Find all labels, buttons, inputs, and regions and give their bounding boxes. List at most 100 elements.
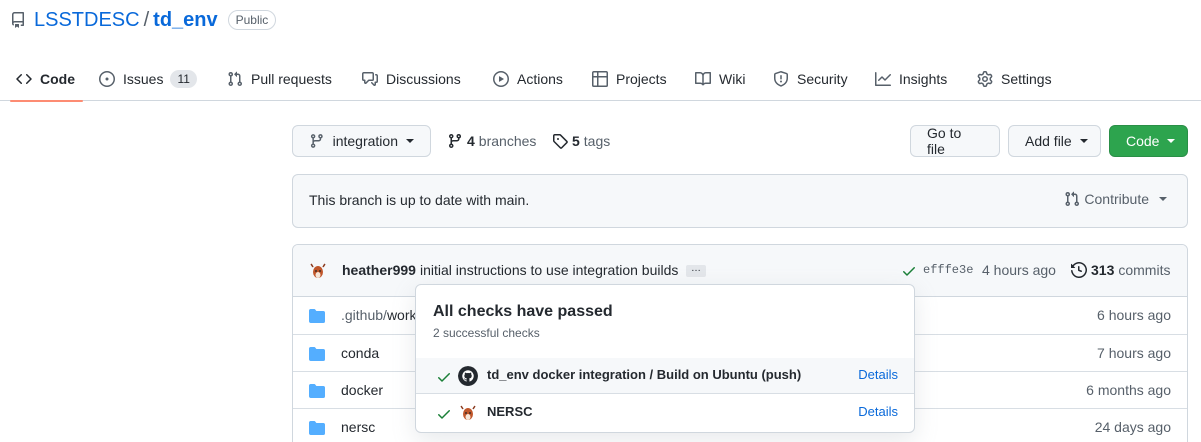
tags-count: 5 [572, 133, 580, 149]
pull-request-icon [1065, 191, 1080, 207]
tab-discussions-label: Discussions [386, 70, 461, 87]
folder-icon [309, 384, 325, 398]
tab-security-label: Security [797, 70, 848, 87]
folder-icon [309, 309, 325, 323]
code-icon [16, 73, 32, 84]
tab-issues[interactable]: Issues 11 [99, 56, 197, 101]
folder-icon [309, 421, 325, 435]
file-name-link[interactable]: conda [341, 345, 379, 361]
check-icon[interactable] [901, 263, 917, 279]
tab-wiki-label: Wiki [719, 70, 746, 87]
checks-popover: All checks have passed 2 successful chec… [415, 284, 915, 433]
tab-discussions[interactable]: Discussions [362, 56, 461, 101]
branch-status-box: This branch is up to date with main. Con… [292, 174, 1188, 228]
branches-link[interactable]: 4 branches [447, 130, 536, 152]
commit-time: 4 hours ago [982, 262, 1056, 278]
git-branch-icon [310, 134, 323, 148]
checks-popover-title: All checks have passed [433, 303, 613, 320]
chevron-down-icon [1159, 197, 1167, 201]
tab-settings[interactable]: Settings [977, 56, 1052, 101]
repo-owner-link[interactable]: LSSTDESC [34, 9, 140, 32]
branch-status-message: This branch is up to date with main. [309, 192, 530, 208]
check-name: NERSC [487, 404, 533, 419]
commits-count: 313 [1091, 262, 1115, 278]
visibility-badge: Public [227, 10, 277, 30]
file-name-link[interactable]: nersc [341, 419, 375, 435]
git-branch-icon [448, 134, 461, 149]
repo-separator: / [143, 8, 150, 31]
file-age: 7 hours ago [1097, 345, 1171, 361]
details-link[interactable]: Details [858, 367, 898, 382]
repo-nav-tabs: Code Issues 11 Pull requests Discussions… [0, 56, 1201, 102]
file-age: 24 days ago [1094, 419, 1171, 435]
tab-pull-requests-label: Pull requests [251, 70, 332, 87]
go-to-file-label: Go to file [927, 125, 962, 157]
play-icon [493, 70, 509, 87]
file-age: 6 months ago [1086, 382, 1171, 398]
chevron-down-icon [406, 139, 414, 143]
chevron-down-icon [1167, 139, 1176, 143]
contribute-dropdown[interactable]: Contribute [1064, 191, 1167, 207]
tab-insights[interactable]: Insights [875, 56, 947, 101]
file-age: 6 hours ago [1097, 307, 1171, 323]
add-file-label: Add file [1025, 133, 1072, 149]
tab-issues-label: Issues [123, 70, 164, 87]
github-logo-icon [458, 366, 478, 386]
shield-icon [774, 70, 788, 87]
check-icon [438, 373, 450, 382]
issues-count-badge: 11 [170, 69, 197, 88]
code-button-label: Code [1126, 133, 1160, 149]
branches-label: branches [478, 133, 537, 149]
chevron-down-icon [1079, 139, 1088, 143]
add-file-button[interactable]: Add file [1008, 125, 1101, 157]
commits-label: commits [1118, 262, 1171, 278]
tab-projects[interactable]: Projects [592, 56, 667, 101]
book-icon [695, 71, 711, 85]
commit-message-link[interactable]: initial instructions to use integration … [420, 262, 678, 278]
commit-sha-link[interactable]: efffe3e [923, 263, 973, 277]
tab-security[interactable]: Security [773, 56, 848, 101]
tab-projects-label: Projects [616, 70, 667, 87]
checks-popover-subtitle: 2 successful checks [433, 326, 540, 340]
go-to-file-button[interactable]: Go to file [910, 125, 1000, 157]
repo-header: LSSTDESC / td_env Public [10, 6, 277, 34]
table-icon [592, 70, 608, 87]
tag-icon [553, 134, 568, 149]
repo-icon [11, 12, 24, 28]
pull-request-icon [228, 71, 243, 86]
tab-actions[interactable]: Actions [493, 56, 563, 101]
branch-select-button[interactable]: integration [292, 125, 431, 157]
deer-avatar-icon [308, 261, 328, 281]
check-name: td_env docker integration / Build on Ubu… [487, 367, 802, 382]
folder-icon [309, 347, 325, 361]
code-button[interactable]: Code [1109, 125, 1188, 157]
commits-history-link[interactable]: 313 commits [1071, 262, 1170, 278]
nersc-avatar-icon [458, 403, 478, 423]
file-name-link[interactable]: docker [341, 382, 383, 398]
tab-insights-label: Insights [899, 70, 948, 87]
tags-label: tags [583, 133, 611, 149]
repo-name-link[interactable]: td_env [153, 9, 217, 32]
history-icon [1071, 262, 1087, 278]
expand-commit-message-button[interactable]: … [686, 264, 706, 277]
contribute-label: Contribute [1084, 191, 1149, 207]
commit-author-link[interactable]: heather999 [342, 262, 416, 278]
branch-name: integration [332, 133, 398, 149]
tab-settings-label: Settings [1001, 70, 1052, 87]
check-icon [438, 410, 450, 419]
graph-icon [875, 71, 891, 86]
tab-code[interactable]: Code [10, 56, 83, 102]
discussions-icon [362, 71, 378, 86]
tab-code-label: Code [40, 70, 75, 87]
issue-icon [99, 70, 115, 87]
tags-link[interactable]: 5 tags [552, 130, 610, 152]
tab-wiki[interactable]: Wiki [695, 56, 745, 101]
details-link[interactable]: Details [858, 404, 898, 419]
avatar[interactable] [308, 261, 328, 281]
gear-icon [977, 70, 993, 87]
tab-actions-label: Actions [517, 70, 563, 87]
list-item: td_env docker integration / Build on Ubu… [416, 358, 914, 394]
branches-count: 4 [467, 133, 475, 149]
tab-pull-requests[interactable]: Pull requests [227, 56, 332, 101]
list-item: NERSC Details [416, 395, 914, 431]
